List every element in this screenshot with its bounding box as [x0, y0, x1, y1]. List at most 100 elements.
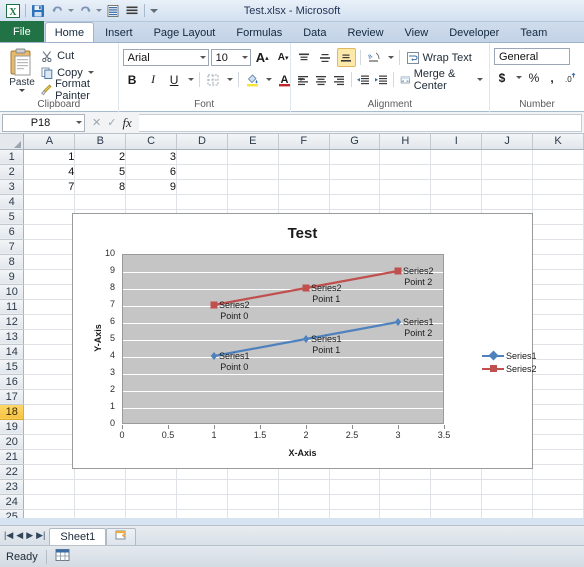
cell-B24[interactable] [74, 494, 127, 510]
data-label[interactable]: Series1 Point 0 [219, 351, 250, 373]
row-header-14[interactable]: 14 [0, 344, 25, 360]
tab-review[interactable]: Review [337, 22, 393, 42]
cell-K13[interactable] [532, 329, 584, 345]
cell-J2[interactable] [481, 164, 534, 180]
data-label[interactable]: Series2 Point 1 [311, 283, 342, 305]
row-header-2[interactable]: 2 [0, 164, 25, 180]
row-header-18[interactable]: 18 [0, 404, 25, 420]
row-header-1[interactable]: 1 [0, 149, 25, 165]
list-icon[interactable] [123, 2, 141, 19]
cell-E25[interactable] [227, 509, 279, 518]
cell-F2[interactable] [278, 164, 330, 180]
cell-A3[interactable]: 7 [23, 179, 76, 195]
worksheet-grid[interactable]: A B C D E F G H I J K 112324563789456789… [0, 134, 584, 518]
row-header-15[interactable]: 15 [0, 359, 25, 375]
cell-I25[interactable] [430, 509, 483, 518]
cell-H23[interactable] [379, 479, 432, 495]
chart-legend[interactable]: Series1 Series2 [482, 349, 537, 375]
cell-K5[interactable] [532, 209, 584, 225]
cell-A24[interactable] [23, 494, 76, 510]
align-right-button[interactable] [331, 70, 347, 89]
normal-view-icon[interactable] [55, 548, 70, 565]
column-header-k[interactable]: K [532, 134, 584, 150]
increase-decimal-button[interactable]: .0 [562, 68, 580, 87]
cell-A1[interactable]: 1 [23, 149, 76, 165]
row-header-24[interactable]: 24 [0, 494, 25, 510]
cell-K9[interactable] [532, 269, 584, 285]
cell-G23[interactable] [329, 479, 381, 495]
undo-icon[interactable] [48, 2, 66, 19]
cell-I1[interactable] [430, 149, 483, 165]
cell-E1[interactable] [227, 149, 279, 165]
tab-view[interactable]: View [395, 22, 439, 42]
cell-A7[interactable] [23, 239, 76, 255]
row-header-16[interactable]: 16 [0, 374, 25, 390]
cell-I3[interactable] [430, 179, 483, 195]
cell-H1[interactable] [379, 149, 432, 165]
chart-title[interactable]: Test [73, 225, 532, 242]
cell-K6[interactable] [532, 224, 584, 240]
cell-J4[interactable] [481, 194, 534, 210]
tab-team[interactable]: Team [510, 22, 557, 42]
row-header-10[interactable]: 10 [0, 284, 25, 300]
cell-F1[interactable] [278, 149, 330, 165]
plot-area[interactable] [122, 254, 444, 424]
cell-K18[interactable] [532, 404, 584, 420]
column-header-h[interactable]: H [379, 134, 432, 150]
cell-E3[interactable] [227, 179, 279, 195]
row-header-25[interactable]: 25 [0, 509, 25, 518]
cell-K12[interactable] [532, 314, 584, 330]
row-header-13[interactable]: 13 [0, 329, 25, 345]
cell-J23[interactable] [481, 479, 534, 495]
wrap-text-button[interactable]: Wrap Text [404, 48, 474, 67]
tab-formulas[interactable]: Formulas [226, 22, 292, 42]
column-header-c[interactable]: C [125, 134, 178, 150]
column-header-f[interactable]: F [278, 134, 330, 150]
cell-E24[interactable] [227, 494, 279, 510]
legend-item-Series2[interactable]: Series2 [482, 362, 537, 375]
cell-G3[interactable] [329, 179, 381, 195]
row-header-19[interactable]: 19 [0, 419, 25, 435]
paste-button[interactable]: Paste [4, 45, 40, 92]
name-box-chevron-down-icon[interactable] [76, 121, 82, 124]
fill-color-dropdown-icon[interactable] [264, 70, 273, 89]
cell-K24[interactable] [532, 494, 584, 510]
cell-J3[interactable] [481, 179, 534, 195]
customize-qat-icon[interactable] [148, 2, 159, 19]
orientation-dropdown-icon[interactable] [386, 48, 395, 67]
cell-A25[interactable] [23, 509, 76, 518]
cell-K15[interactable] [532, 359, 584, 375]
cell-K1[interactable] [532, 149, 584, 165]
row-header-5[interactable]: 5 [0, 209, 25, 225]
underline-dropdown-icon[interactable] [186, 70, 195, 89]
column-header-d[interactable]: D [176, 134, 228, 150]
cell-D3[interactable] [176, 179, 228, 195]
cell-G25[interactable] [329, 509, 381, 518]
data-label[interactable]: Series2 Point 2 [403, 266, 434, 288]
cell-K23[interactable] [532, 479, 584, 495]
cell-A19[interactable] [23, 419, 76, 435]
cell-I2[interactable] [430, 164, 483, 180]
cell-A16[interactable] [23, 374, 76, 390]
cell-K3[interactable] [532, 179, 584, 195]
cell-G2[interactable] [329, 164, 381, 180]
cell-F4[interactable] [278, 194, 330, 210]
row-header-23[interactable]: 23 [0, 479, 25, 495]
select-all-button[interactable] [0, 134, 25, 150]
tab-data[interactable]: Data [293, 22, 336, 42]
cell-A20[interactable] [23, 434, 76, 450]
cell-B1[interactable]: 2 [74, 149, 127, 165]
borders-dropdown-icon[interactable] [225, 70, 234, 89]
undo-dropdown-icon[interactable] [67, 2, 75, 19]
cell-D23[interactable] [176, 479, 228, 495]
increase-indent-button[interactable] [373, 70, 389, 89]
row-header-6[interactable]: 6 [0, 224, 25, 240]
cell-K8[interactable] [532, 254, 584, 270]
middle-align-button[interactable] [316, 48, 335, 67]
row-header-9[interactable]: 9 [0, 269, 25, 285]
cell-I23[interactable] [430, 479, 483, 495]
percent-button[interactable]: % [526, 68, 542, 87]
align-left-button[interactable] [295, 70, 311, 89]
cell-A18[interactable] [23, 404, 76, 420]
row-header-17[interactable]: 17 [0, 389, 25, 405]
